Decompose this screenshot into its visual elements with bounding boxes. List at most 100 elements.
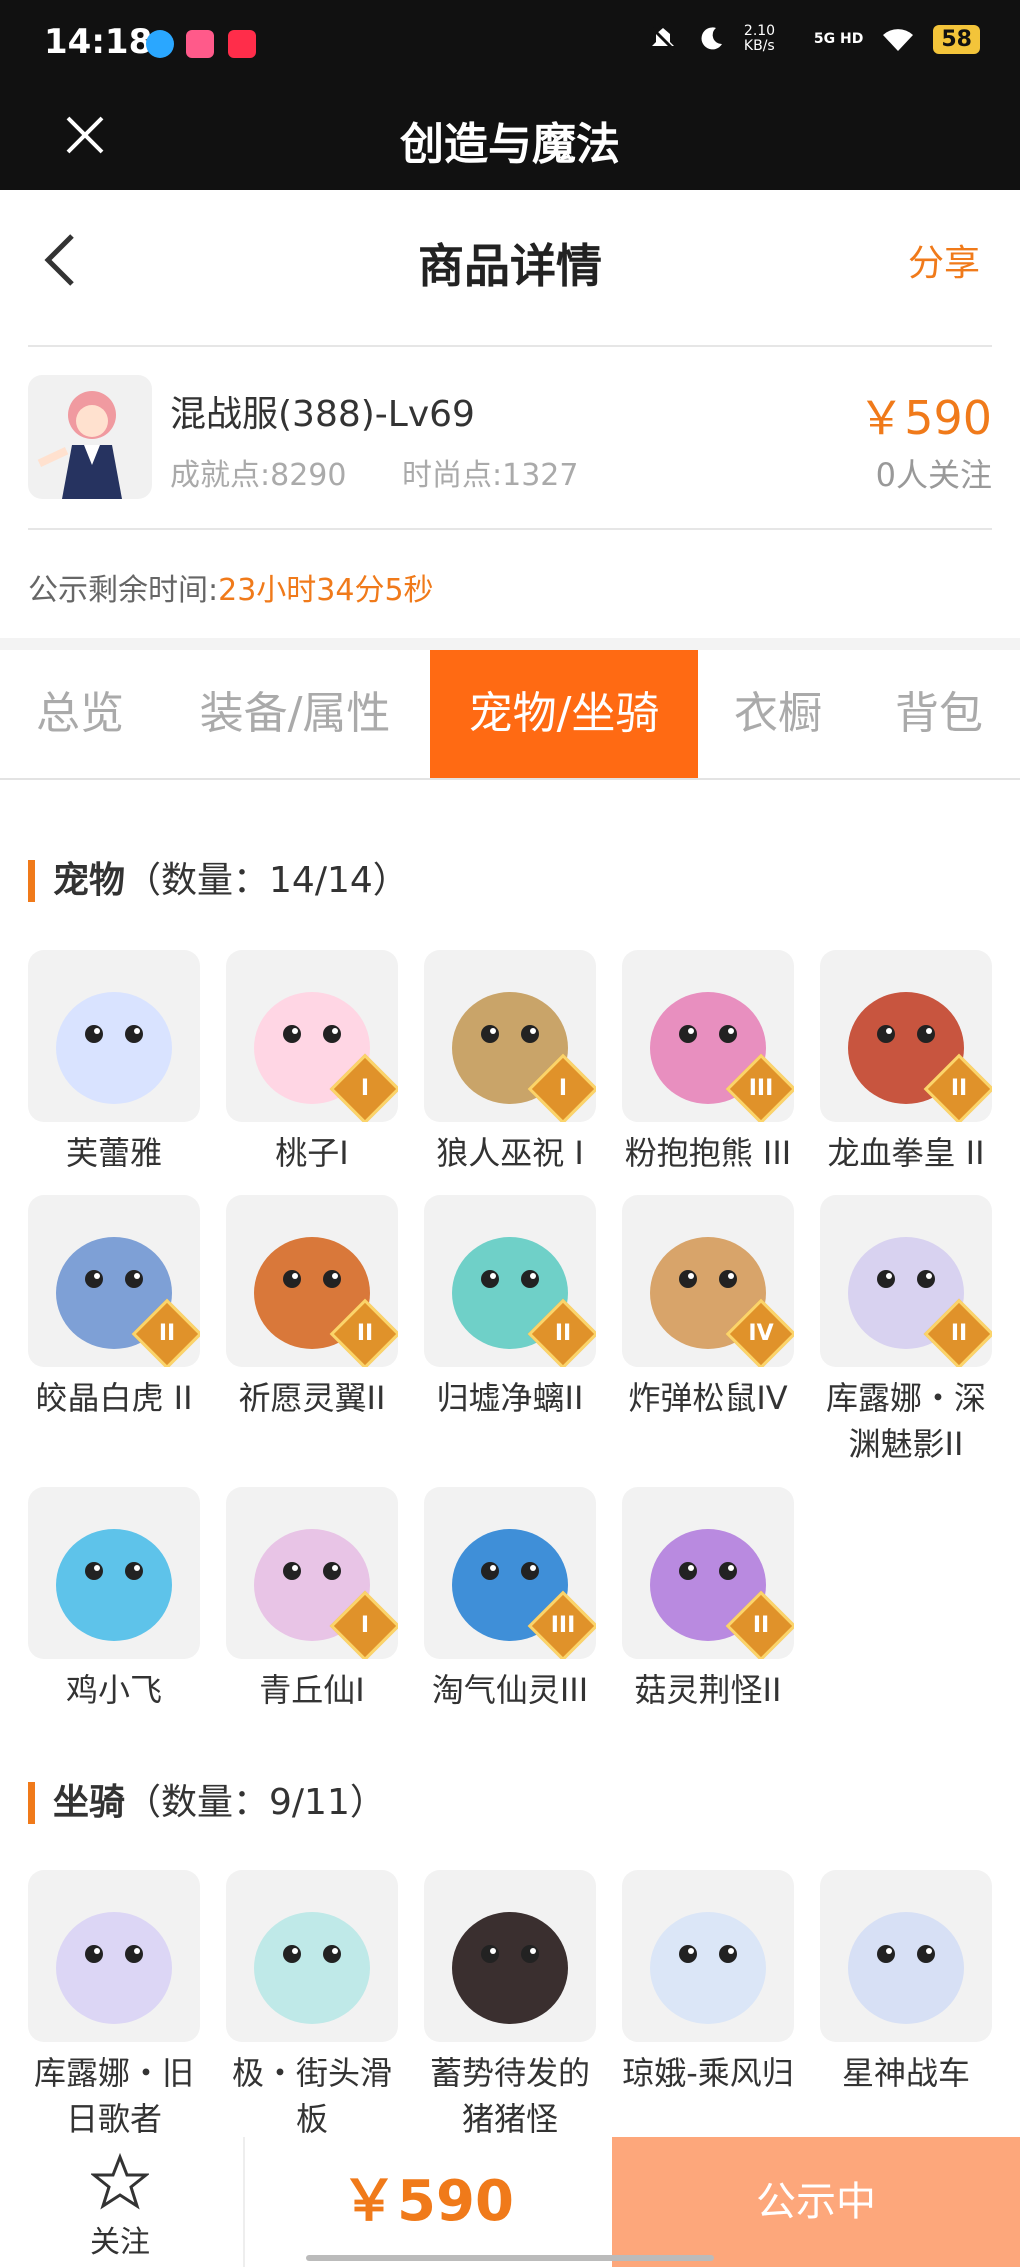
status-bar: 14:18 2.10 KB/s 5G HD 58 [0,0,1020,80]
mounts-section-title: 坐骑（数量：9/11） [28,1782,386,1824]
mounts-count: （数量：9/11） [125,1782,386,1823]
pet-name: 粉抱抱熊 III [624,1134,792,1172]
divider [28,345,992,347]
pet-image: II [424,1195,596,1367]
star-icon [91,2153,149,2210]
pet-name: 归墟净螭II [436,1379,584,1417]
mount-image [28,1870,200,2042]
divider [28,528,992,530]
product-name: 混战服(388)-Lv69 [170,394,475,435]
tab-wardrobe[interactable]: 衣橱 [698,650,858,778]
follow-button[interactable]: 关注 [0,2137,240,2267]
pet-item[interactable]: II 龙血拳皇 II [820,950,992,1176]
tab-backpack[interactable]: 背包 [858,650,1020,778]
pet-name: 狼人巫祝 I [436,1134,584,1172]
pet-item[interactable]: II 祈愿灵翼II [226,1195,398,1421]
mount-image [622,1870,794,2042]
pet-image: II [28,1195,200,1367]
tab-bar: 总览 装备/属性 宠物/坐骑 衣橱 背包 [0,650,1020,780]
rank-label: II [554,1321,572,1346]
home-indicator [306,2255,714,2261]
pet-name: 炸弹松鼠IV [628,1379,788,1417]
pet-name: 龙血拳皇 II [827,1134,985,1172]
pets-count: （数量：14/14） [125,860,409,901]
app-title: 创造与魔法 [400,119,620,170]
pets-title: 宠物 [53,860,126,901]
mount-image [424,1870,596,2042]
mount-name: 库露娜・旧日歌者 [33,2054,194,2138]
mount-item[interactable]: 蓄势待发的猪猪怪 [424,1870,596,2142]
nav-bar: 商品详情 分享 [0,190,1020,345]
follow-count: 0人关注 [875,456,992,494]
pet-name: 桃子I [275,1134,349,1172]
rank-label: I [360,1613,370,1638]
tab-equipment[interactable]: 装备/属性 [160,650,430,778]
tab-overview[interactable]: 总览 [0,650,160,778]
tab-pets-mounts[interactable]: 宠物/坐骑 [430,650,698,778]
pet-name: 菇灵荆怪II [634,1671,782,1709]
achievement-points: 成就点:8290 [170,458,347,493]
rank-label: II [752,1613,770,1638]
pet-name: 鸡小飞 [65,1671,162,1709]
qq-icon [146,30,174,58]
mount-item[interactable]: 星神战车 [820,1870,992,2096]
app-bar: 创造与魔法 [0,80,1020,190]
rank-label: II [158,1321,176,1346]
pet-image [28,950,200,1122]
mount-name: 琼娥-乘风归 [622,2054,794,2092]
pet-image: I [424,950,596,1122]
mounts-title: 坐骑 [53,1782,126,1823]
product-price: ￥590 [858,391,992,445]
product-avatar [28,375,152,499]
pet-item[interactable]: II 菇灵荆怪II [622,1487,794,1713]
pet-item[interactable]: III 淘气仙灵III [424,1487,596,1713]
product-detail-page: 商品详情 分享 混战服(388)-Lv69 成就点:8290 时尚点:1327 … [0,190,1020,2267]
pet-name: 皎晶白虎 II [35,1379,193,1417]
shop-icon [228,30,256,58]
pet-name: 库露娜・深渊魅影II [825,1379,986,1463]
pet-item[interactable]: I 狼人巫祝 I [424,950,596,1176]
share-button[interactable]: 分享 [908,234,980,286]
pet-item[interactable]: I 桃子I [226,950,398,1176]
pet-image: II [226,1195,398,1367]
pet-name: 芙蕾雅 [65,1134,162,1172]
pet-name: 青丘仙I [259,1671,365,1709]
status-time: 14:18 [44,22,153,62]
mount-item[interactable]: 琼娥-乘风归 [622,1870,794,2096]
net-speed: 2.10 KB/s [743,23,776,54]
rank-label: I [360,1076,370,1101]
publicity-button[interactable]: 公示中 [612,2137,1020,2267]
pet-image: III [424,1487,596,1659]
countdown: 公示剩余时间:23小时34分5秒 [28,565,434,609]
wifi-icon [883,29,914,51]
mount-image [820,1870,992,2042]
pet-item[interactable]: III 粉抱抱熊 III [622,950,794,1176]
network-label: 5G HD [813,31,864,47]
pet-image: II [622,1487,794,1659]
pet-image [28,1487,200,1659]
countdown-label: 公示剩余时间: [28,573,219,608]
mount-image [226,1870,398,2042]
pet-item[interactable]: IV 炸弹松鼠IV [622,1195,794,1421]
bottom-price: ￥590 [341,2169,514,2234]
mount-name: 极・街头滑板 [231,2054,392,2138]
pet-name: 淘气仙灵III [431,1671,589,1709]
rank-label: II [950,1076,968,1101]
mount-item[interactable]: 库露娜・旧日歌者 [28,1870,200,2142]
pet-item[interactable]: II 归墟净螭II [424,1195,596,1421]
pet-item[interactable]: 鸡小飞 [28,1487,200,1713]
pet-image: III [622,950,794,1122]
moon-icon [701,27,722,50]
pet-image: IV [622,1195,794,1367]
pet-item[interactable]: I 青丘仙I [226,1487,398,1713]
rank-label: IV [748,1321,774,1346]
pet-item[interactable]: 芙蕾雅 [28,950,200,1176]
mount-item[interactable]: 极・街头滑板 [226,1870,398,2142]
rank-label: II [950,1321,968,1346]
pet-item[interactable]: II 库露娜・深渊魅影II [820,1195,992,1467]
fashion-points: 时尚点:1327 [402,458,579,493]
countdown-value: 23小时34分5秒 [218,573,434,608]
bottom-bar: 关注 ￥590 公示中 [0,2137,1020,2267]
page-title: 商品详情 [418,239,602,293]
pet-item[interactable]: II 皎晶白虎 II [28,1195,200,1421]
